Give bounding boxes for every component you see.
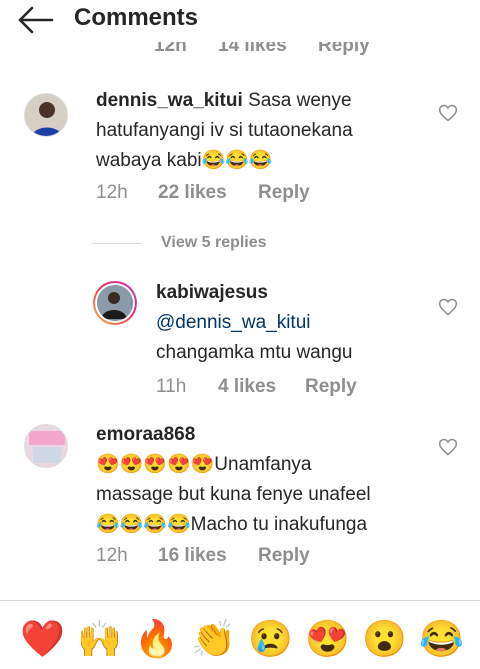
replies-divider-line <box>92 243 142 244</box>
partial-comment-meta: 12h 14 likes Reply <box>0 42 480 60</box>
avatar[interactable] <box>93 281 137 325</box>
comment-username[interactable]: dennis_wa_kitui <box>96 90 243 111</box>
comment-body: changamka mtu wangu <box>156 342 353 363</box>
comment-text: emoraa868 😍😍😍😍😍Unamfanya massage but kun… <box>96 420 436 540</box>
comment-username[interactable]: kabiwajesus <box>156 282 268 303</box>
like-heart-icon[interactable] <box>438 437 458 457</box>
mention-link[interactable]: @dennis_wa_kitui <box>156 312 311 333</box>
crying-face-emoji-button[interactable]: 😢 <box>248 617 293 661</box>
comment-likes[interactable]: 16 likes <box>158 545 227 567</box>
comment-username[interactable]: emoraa868 <box>96 424 195 445</box>
comment-text: kabiwajesus @dennis_wa_kitui changamka m… <box>156 278 436 368</box>
comment-time: 12h <box>96 182 128 203</box>
comment-meta: 11h 4 likes Reply <box>0 376 480 400</box>
comment-meta: 12h 22 likes Reply <box>0 182 480 206</box>
comment-text: dennis_wa_kitui Sasa wenye hatufanyangi … <box>96 86 436 176</box>
comment-body-line3: wabaya kabi😂😂😂 <box>96 150 273 171</box>
comment-meta: 12h 16 likes Reply <box>0 545 480 569</box>
comment-body-line3: 😂😂😂😂Macho tu inakufunga <box>96 514 368 535</box>
like-heart-icon[interactable] <box>438 103 458 123</box>
partial-likes[interactable]: 14 likes <box>218 42 287 55</box>
comment-likes[interactable]: 4 likes <box>218 376 276 398</box>
reply-button[interactable]: Reply <box>305 376 357 398</box>
partial-time: 12h <box>154 42 187 56</box>
page-title: Comments <box>74 4 199 31</box>
reply-button[interactable]: Reply <box>258 545 310 567</box>
comment-time: 12h <box>96 545 128 566</box>
heart-eyes-emoji-button[interactable]: 😍 <box>305 617 350 661</box>
raising-hands-emoji-button[interactable]: 🙌 <box>77 617 122 661</box>
view-replies-button[interactable]: View 5 replies <box>161 234 267 252</box>
reply-button[interactable]: Reply <box>258 182 310 204</box>
comment-body-line1: 😍😍😍😍😍Unamfanya <box>96 454 312 475</box>
back-arrow-icon[interactable] <box>16 4 56 36</box>
surprised-face-emoji-button[interactable]: 😮 <box>362 617 407 661</box>
red-heart-emoji-button[interactable]: ❤️ <box>20 617 65 661</box>
comment-likes[interactable]: 22 likes <box>158 182 227 204</box>
fire-emoji-button[interactable]: 🔥 <box>134 617 179 661</box>
avatar[interactable] <box>24 424 68 468</box>
comment-body-line1: Sasa wenye <box>248 90 352 111</box>
header: Comments <box>0 0 480 40</box>
avatar[interactable] <box>24 93 68 137</box>
comment-time: 11h <box>156 376 187 397</box>
like-heart-icon[interactable] <box>438 297 458 317</box>
comment-body-line2: hatufanyangi iv si tutaonekana <box>96 120 353 141</box>
partial-reply[interactable]: Reply <box>318 42 370 55</box>
emoji-quick-bar: ❤️ 🙌 🔥 👏 😢 😍 😮 😂 <box>0 601 480 669</box>
comment-body-line2: massage but kuna fenye unafeel <box>96 484 371 505</box>
clapping-hands-emoji-button[interactable]: 👏 <box>191 617 236 661</box>
tears-of-joy-emoji-button[interactable]: 😂 <box>419 617 464 661</box>
